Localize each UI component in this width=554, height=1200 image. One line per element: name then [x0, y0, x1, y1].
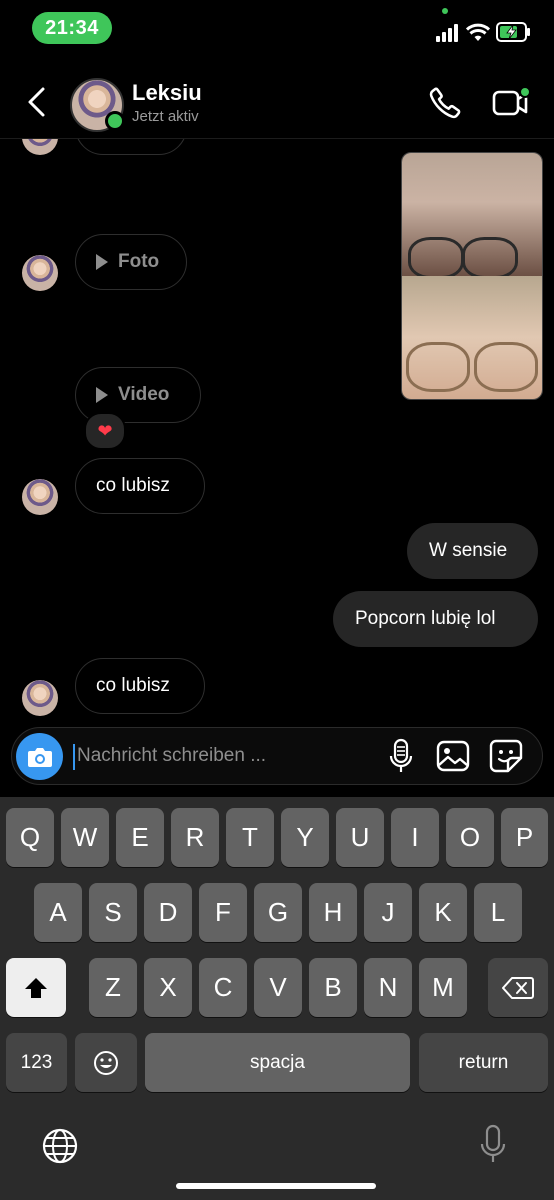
- key-w[interactable]: W: [61, 808, 109, 867]
- message-text: W sensie: [429, 540, 508, 561]
- glasses-shape: [408, 237, 464, 279]
- key-r[interactable]: R: [171, 808, 219, 867]
- status-time: 21:34: [32, 12, 112, 44]
- key-y[interactable]: Y: [281, 808, 329, 867]
- key-x[interactable]: X: [144, 958, 192, 1017]
- message-bubble-sent[interactable]: W sensie: [407, 523, 538, 579]
- key-v[interactable]: V: [254, 958, 302, 1017]
- phone-call-icon[interactable]: [428, 86, 462, 120]
- camera-icon: [27, 747, 52, 767]
- glasses-shape: [462, 237, 518, 279]
- sender-avatar: [22, 139, 58, 155]
- backspace-key[interactable]: [488, 958, 548, 1017]
- key-e[interactable]: E: [116, 808, 164, 867]
- video-label: Video: [118, 384, 170, 405]
- keyboard: Q W E R T Y U I O P A S D F G H J K L Z …: [0, 797, 554, 1200]
- microphone-icon[interactable]: [388, 738, 414, 774]
- emoji-key[interactable]: [75, 1033, 137, 1092]
- key-b[interactable]: B: [309, 958, 357, 1017]
- key-o[interactable]: O: [446, 808, 494, 867]
- video-call-icon[interactable]: [492, 86, 530, 118]
- battery-charging-icon: [496, 22, 530, 42]
- space-key[interactable]: spacja: [145, 1033, 410, 1092]
- key-a[interactable]: A: [34, 883, 82, 942]
- key-m[interactable]: M: [419, 958, 467, 1017]
- shift-key[interactable]: [6, 958, 66, 1017]
- foto-label: Foto: [118, 251, 160, 272]
- key-k[interactable]: K: [419, 883, 467, 942]
- online-indicator: [105, 111, 125, 131]
- message-bubble[interactable]: co lubisz: [75, 658, 205, 714]
- key-l[interactable]: L: [474, 883, 522, 942]
- camera-button[interactable]: [16, 733, 63, 780]
- play-icon: [96, 254, 108, 270]
- key-j[interactable]: J: [364, 883, 412, 942]
- message-bubble-partial[interactable]: [75, 139, 187, 155]
- photo-frame-bottom: [402, 276, 542, 399]
- text-cursor: [73, 744, 75, 770]
- backspace-icon: [502, 976, 534, 999]
- wifi-icon: [466, 23, 490, 41]
- shared-photo[interactable]: [401, 152, 543, 400]
- contact-name[interactable]: Leksiu: [132, 80, 202, 106]
- signal-icon: [436, 24, 458, 42]
- return-key[interactable]: return: [419, 1033, 548, 1092]
- key-z[interactable]: Z: [89, 958, 137, 1017]
- key-q[interactable]: Q: [6, 808, 54, 867]
- sender-avatar: [22, 680, 58, 716]
- contact-status: Jetzt aktiv: [132, 108, 199, 125]
- message-bubble[interactable]: co lubisz: [75, 458, 205, 514]
- globe-icon[interactable]: [41, 1127, 79, 1165]
- message-text: Popcorn lubię lol: [355, 608, 496, 629]
- key-s[interactable]: S: [89, 883, 137, 942]
- heart-reaction[interactable]: ❤: [84, 412, 126, 450]
- key-u[interactable]: U: [336, 808, 384, 867]
- key-p[interactable]: P: [501, 808, 548, 867]
- message-text: co lubisz: [96, 675, 170, 696]
- shift-icon: [25, 977, 47, 998]
- key-g[interactable]: G: [254, 883, 302, 942]
- key-f[interactable]: F: [199, 883, 247, 942]
- key-h[interactable]: H: [309, 883, 357, 942]
- foto-message[interactable]: Foto: [75, 234, 187, 290]
- key-t[interactable]: T: [226, 808, 274, 867]
- glasses-shape: [406, 342, 470, 392]
- key-i[interactable]: I: [391, 808, 439, 867]
- back-icon[interactable]: [24, 86, 48, 118]
- numbers-key[interactable]: 123: [6, 1033, 67, 1092]
- message-text: co lubisz: [96, 475, 170, 496]
- home-indicator[interactable]: [176, 1183, 376, 1189]
- photo-frame-top: [402, 153, 542, 279]
- key-n[interactable]: N: [364, 958, 412, 1017]
- emoji-icon: [94, 1050, 118, 1075]
- message-bubble-sent[interactable]: Popcorn lubię lol: [333, 591, 538, 647]
- camera-indicator: [442, 8, 448, 14]
- play-icon: [96, 387, 108, 403]
- sticker-icon[interactable]: [488, 738, 524, 774]
- dictation-icon[interactable]: [478, 1124, 508, 1166]
- sender-avatar: [22, 479, 58, 515]
- key-d[interactable]: D: [144, 883, 192, 942]
- message-input[interactable]: Nachricht schreiben ...: [77, 745, 266, 767]
- glasses-shape: [474, 342, 538, 392]
- sender-avatar: [22, 255, 58, 291]
- gallery-icon[interactable]: [436, 740, 470, 772]
- key-c[interactable]: C: [199, 958, 247, 1017]
